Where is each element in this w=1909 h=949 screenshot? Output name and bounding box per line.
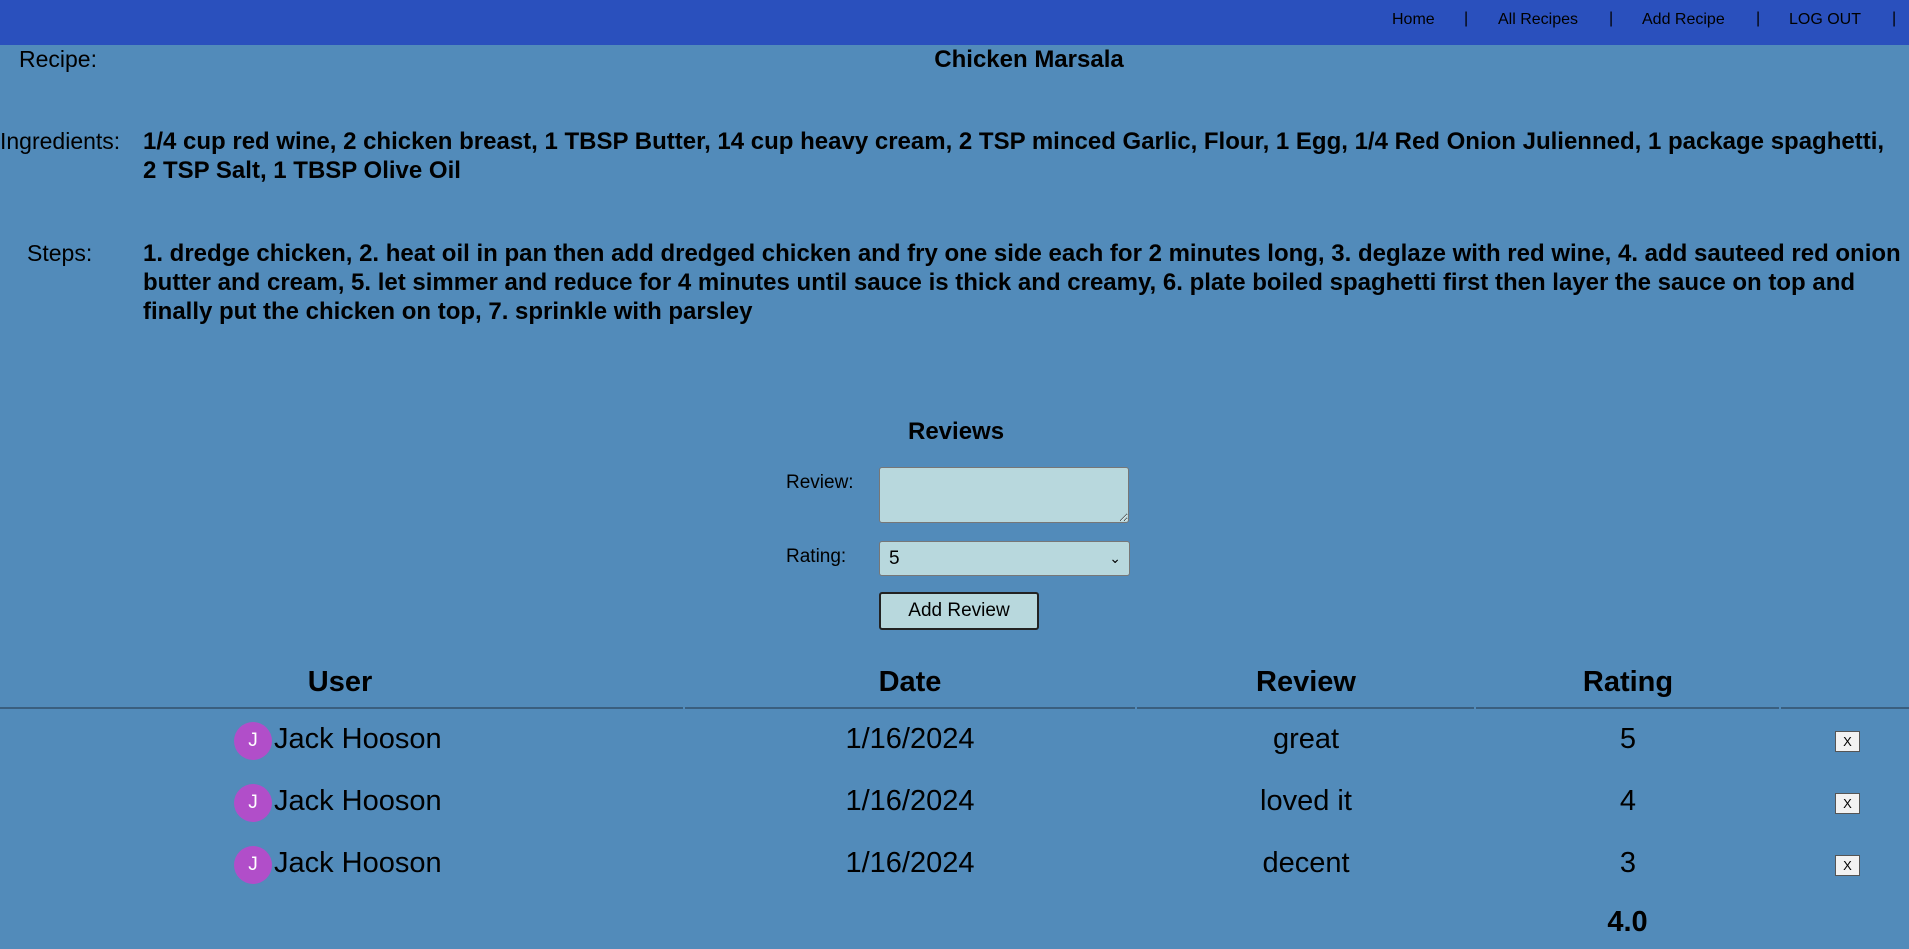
review-rating: 4 <box>1619 785 1637 817</box>
ingredients-text: 1/4 cup red wine, 2 chicken breast, 1 TB… <box>143 128 1885 184</box>
review-date: 1/16/2024 <box>845 723 975 755</box>
nav-separator: | <box>1892 10 1897 27</box>
review-field-label: Review: <box>786 472 854 493</box>
delete-review-button[interactable]: X <box>1835 731 1860 752</box>
header-divider <box>685 707 1135 709</box>
average-rating: 4.0 <box>1607 906 1648 938</box>
nav-add-recipe-link[interactable]: Add Recipe <box>1642 11 1725 29</box>
header-divider <box>0 707 683 709</box>
column-header-user: User <box>307 666 373 698</box>
nav-all-recipes-link[interactable]: All Recipes <box>1498 11 1578 29</box>
nav-home-link[interactable]: Home <box>1392 11 1435 29</box>
column-header-review: Review <box>1256 666 1356 698</box>
review-date: 1/16/2024 <box>845 785 975 817</box>
avatar: J <box>234 846 272 884</box>
review-date: 1/16/2024 <box>845 847 975 879</box>
review-text: loved it <box>1260 785 1352 817</box>
nav-separator: | <box>1756 10 1761 27</box>
top-nav-bar: Home | All Recipes | Add Recipe | LOG OU… <box>0 0 1909 45</box>
avatar: J <box>234 784 272 822</box>
nav-logout-link[interactable]: LOG OUT <box>1789 11 1861 29</box>
review-textarea[interactable] <box>879 467 1129 523</box>
column-header-date: Date <box>878 666 942 698</box>
ingredients-label: Ingredients: <box>0 128 121 154</box>
rating-field-label: Rating: <box>786 546 847 567</box>
nav-separator: | <box>1464 10 1469 27</box>
review-user: Jack Hooson <box>274 847 442 879</box>
review-rating: 3 <box>1619 847 1637 879</box>
review-user: Jack Hooson <box>274 785 442 817</box>
header-divider <box>1476 707 1779 709</box>
header-divider <box>1137 707 1474 709</box>
review-text: decent <box>1262 847 1350 879</box>
header-divider <box>1781 707 1909 709</box>
chevron-down-icon: ⌄ <box>1109 550 1121 566</box>
delete-review-button[interactable]: X <box>1835 855 1860 876</box>
avatar: J <box>234 722 272 760</box>
review-rating: 5 <box>1619 723 1637 755</box>
recipe-title: Chicken Marsala <box>934 46 1124 73</box>
column-header-rating: Rating <box>1582 666 1674 698</box>
steps-label: Steps: <box>27 240 93 266</box>
rating-selected-value: 5 <box>889 547 900 569</box>
rating-select[interactable]: 5 ⌄ <box>879 541 1130 576</box>
steps-text: 1. dredge chicken, 2. heat oil in pan th… <box>143 240 1901 325</box>
nav-separator: | <box>1609 10 1614 27</box>
delete-review-button[interactable]: X <box>1835 793 1860 814</box>
recipe-label: Recipe: <box>19 46 97 72</box>
review-text: great <box>1272 723 1340 755</box>
reviews-heading: Reviews <box>908 418 1005 445</box>
review-user: Jack Hooson <box>274 723 442 755</box>
add-review-button[interactable]: Add Review <box>879 592 1039 630</box>
